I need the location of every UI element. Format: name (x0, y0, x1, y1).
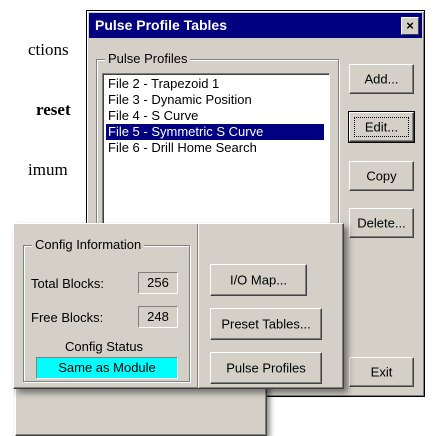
exit-button[interactable]: Exit (349, 357, 414, 387)
io-map-button-label: I/O Map... (229, 272, 288, 288)
free-blocks-value: 248 (138, 306, 178, 328)
list-item[interactable]: File 2 - Trapezoid 1 (106, 76, 324, 92)
edit-button-label: Edit... (364, 119, 399, 135)
delete-button[interactable]: Delete... (349, 208, 414, 238)
title-bar[interactable]: Pulse Profile Tables × (89, 13, 422, 38)
exit-button-label: Exit (370, 364, 393, 380)
add-button[interactable]: Add... (349, 64, 414, 94)
config-status-label: Config Status (65, 339, 144, 354)
list-item-selected[interactable]: File 5 - Symmetric S Curve (106, 124, 324, 140)
list-item[interactable]: File 6 - Drill Home Search (106, 140, 324, 156)
close-icon[interactable]: × (401, 17, 419, 35)
add-button-label: Add... (364, 71, 399, 87)
pulse-profiles-button-label: Pulse Profiles (226, 360, 306, 376)
delete-button-label: Delete... (357, 215, 406, 231)
doc-text-line-2: reset (36, 100, 71, 119)
pulse-profiles-button[interactable]: Pulse Profiles (210, 352, 322, 384)
total-blocks-label: Total Blocks: (31, 276, 104, 291)
list-item[interactable]: File 4 - S Curve (106, 108, 324, 124)
copy-button-label: Copy (366, 168, 397, 184)
config-status-badge: Same as Module (36, 357, 178, 379)
config-window: Config Information Total Blocks: 256 Fre… (13, 223, 344, 389)
panel-divider-highlight (198, 224, 199, 388)
total-blocks-value: 256 (138, 272, 178, 294)
io-map-button[interactable]: I/O Map... (210, 264, 307, 296)
config-information-label: Config Information (32, 237, 145, 252)
list-item[interactable]: File 3 - Dynamic Position (106, 92, 324, 108)
free-blocks-label: Free Blocks: (31, 310, 104, 325)
preset-tables-button-label: Preset Tables... (221, 316, 311, 332)
dialog-title: Pulse Profile Tables (95, 17, 228, 33)
preset-tables-button[interactable]: Preset Tables... (210, 308, 322, 340)
doc-text-line-3: imum (28, 160, 68, 179)
pulse-profiles-group-label: Pulse Profiles (105, 51, 191, 66)
copy-button[interactable]: Copy (349, 161, 414, 191)
doc-text-line-1: ctions (28, 40, 69, 59)
edit-button[interactable]: Edit... (348, 111, 415, 143)
